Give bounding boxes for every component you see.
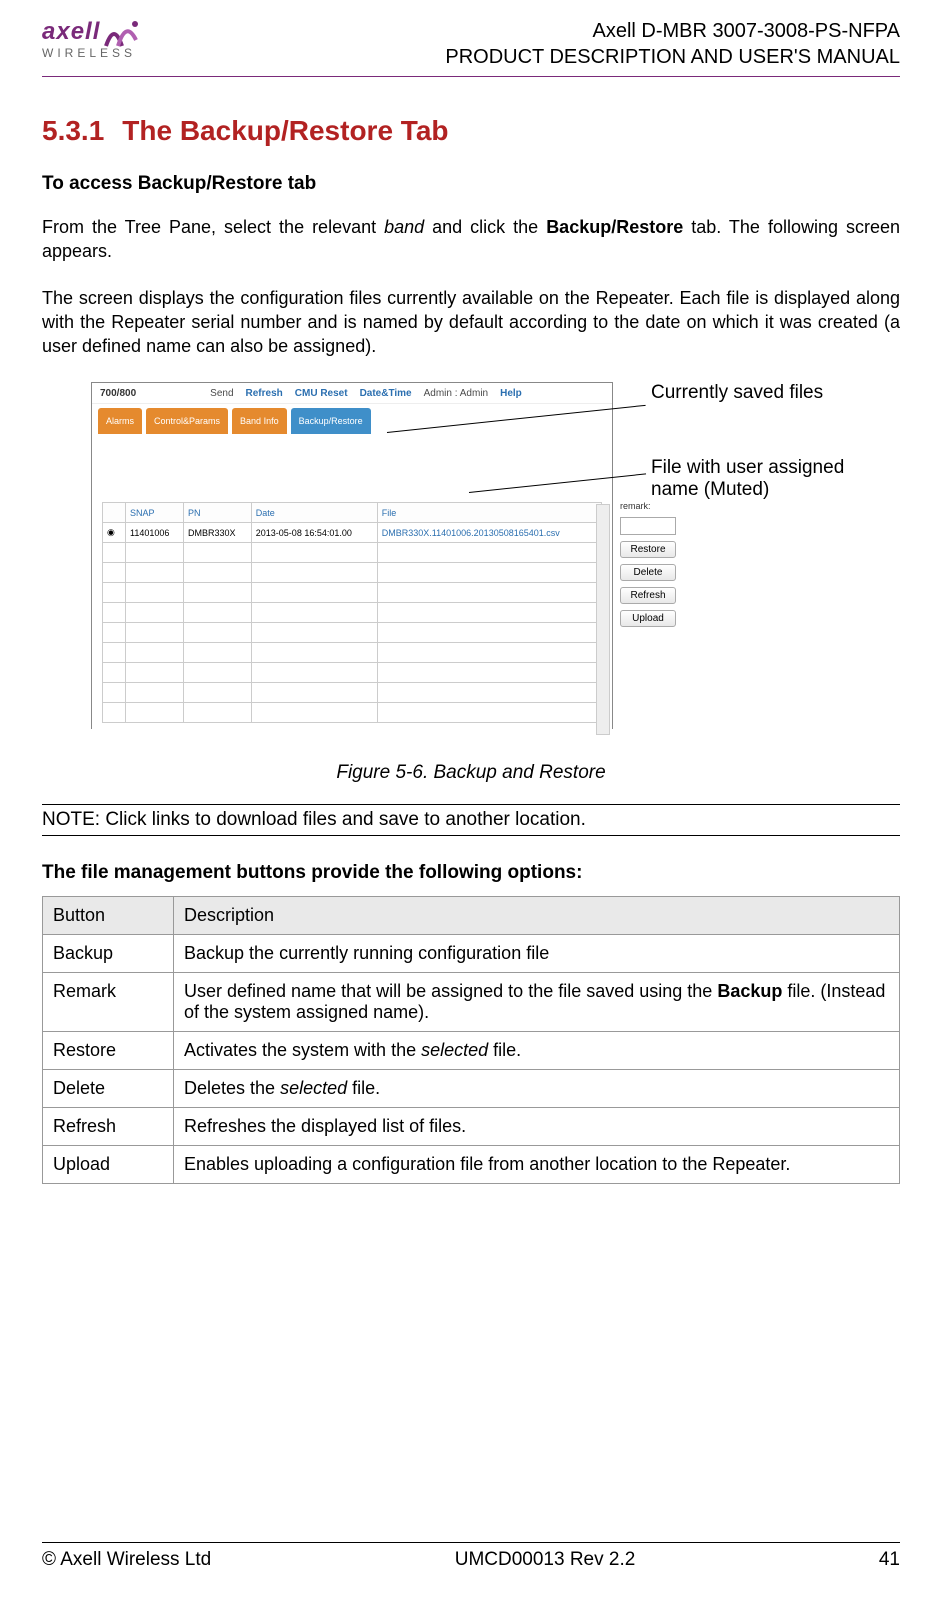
annotation-saved-files: Currently saved files <box>651 382 823 404</box>
shot-tab-bandinfo: Band Info <box>232 408 287 434</box>
footer-left: © Axell Wireless Ltd <box>42 1549 211 1571</box>
logo-mark-icon <box>104 18 138 48</box>
logo-sub-text: WIRELESS <box>42 46 162 60</box>
table-row: Backup Backup the currently running conf… <box>43 935 900 973</box>
shot-cmu: CMU Reset <box>295 388 348 399</box>
options-table: Button Description Backup Backup the cur… <box>42 896 900 1184</box>
table-row: Remark User defined name that will be as… <box>43 973 900 1032</box>
screenshot: 700/800 Send Refresh CMU Reset Date&Time… <box>91 382 613 729</box>
opt-desc: Enables uploading a configuration file f… <box>174 1146 900 1184</box>
section-title: The Backup/Restore Tab <box>122 115 448 146</box>
opt-btn: Upload <box>43 1146 174 1184</box>
section-heading: 5.3.1 The Backup/Restore Tab <box>42 115 900 147</box>
shot-tab-backup: Backup/Restore <box>291 408 371 434</box>
col-date: Date <box>251 503 377 523</box>
figure-caption: Figure 5-6. Backup and Restore <box>42 762 900 784</box>
table-row: Restore Activates the system with the se… <box>43 1032 900 1070</box>
footer-right: 41 <box>879 1549 900 1571</box>
opt-desc: Refreshes the displayed list of files. <box>174 1108 900 1146</box>
opt-desc: Activates the system with the selected f… <box>174 1032 900 1070</box>
shot-band: 700/800 <box>100 388 136 399</box>
shot-admin: Admin : Admin <box>424 388 488 399</box>
table-row: Refresh Refreshes the displayed list of … <box>43 1108 900 1146</box>
table-row: Upload Enables uploading a configuration… <box>43 1146 900 1184</box>
note-box: NOTE: Click links to download files and … <box>42 804 900 836</box>
opt-desc: Deletes the selected file. <box>174 1070 900 1108</box>
opt-desc: User defined name that will be assigned … <box>174 973 900 1032</box>
col-pn: PN <box>184 503 252 523</box>
shot-refresh: Refresh <box>246 388 283 399</box>
shot-btn-restore: Restore <box>620 541 676 558</box>
annotation-user-name: File with user assigned name (Muted) <box>651 457 851 501</box>
table-row: Delete Deletes the selected file. <box>43 1070 900 1108</box>
shot-dt: Date&Time <box>360 388 412 399</box>
page-footer: © Axell Wireless Ltd UMCD00013 Rev 2.2 4… <box>42 1542 900 1571</box>
shot-file-table: SNAP PN Date File ◉ 11401006 DMBR330X 20… <box>102 502 602 723</box>
figure-wrap: 700/800 Send Refresh CMU Reset Date&Time… <box>91 382 851 752</box>
logo-brand-text: axell <box>42 18 100 46</box>
shot-tab-control: Control&Params <box>146 408 228 434</box>
header-divider <box>42 76 900 77</box>
col-file: File <box>377 503 601 523</box>
paragraph-1: From the Tree Pane, select the relevant … <box>42 215 900 264</box>
header-titles: Axell D-MBR 3007-3008-PS-NFPA PRODUCT DE… <box>445 18 900 70</box>
shot-btn-refresh: Refresh <box>620 587 676 604</box>
opt-btn: Restore <box>43 1032 174 1070</box>
shot-help: Help <box>500 388 522 399</box>
opt-btn: Refresh <box>43 1108 174 1146</box>
row-pn: DMBR330X <box>184 523 252 543</box>
shot-scrollbar <box>596 504 610 735</box>
opt-btn: Remark <box>43 973 174 1032</box>
company-logo: axell WIRELESS <box>42 18 162 60</box>
col-snap: SNAP <box>126 503 184 523</box>
opt-btn: Backup <box>43 935 174 973</box>
shot-btn-delete: Delete <box>620 564 676 581</box>
paragraph-2: The screen displays the configuration fi… <box>42 286 900 359</box>
shot-remark-input <box>620 517 676 535</box>
row-date: 2013-05-08 16:54:01.00 <box>251 523 377 543</box>
opt-desc: Backup the currently running configurati… <box>174 935 900 973</box>
opt-btn: Delete <box>43 1070 174 1108</box>
section-number: 5.3.1 <box>42 115 104 146</box>
header-title-line2: PRODUCT DESCRIPTION AND USER'S MANUAL <box>445 44 900 70</box>
access-subheading: To access Backup/Restore tab <box>42 173 900 195</box>
shot-send: Send <box>210 388 233 399</box>
options-head-button: Button <box>43 897 174 935</box>
row-file: DMBR330X.11401006.20130508165401.csv <box>382 528 560 538</box>
options-heading: The file management buttons provide the … <box>42 862 900 884</box>
shot-btn-upload: Upload <box>620 610 676 627</box>
footer-center: UMCD00013 Rev 2.2 <box>455 1549 636 1571</box>
shot-remark-label: remark: <box>620 501 676 511</box>
shot-tab-alarms: Alarms <box>98 408 142 434</box>
header-title-line1: Axell D-MBR 3007-3008-PS-NFPA <box>445 18 900 44</box>
row-snap: 11401006 <box>126 523 184 543</box>
options-head-desc: Description <box>174 897 900 935</box>
